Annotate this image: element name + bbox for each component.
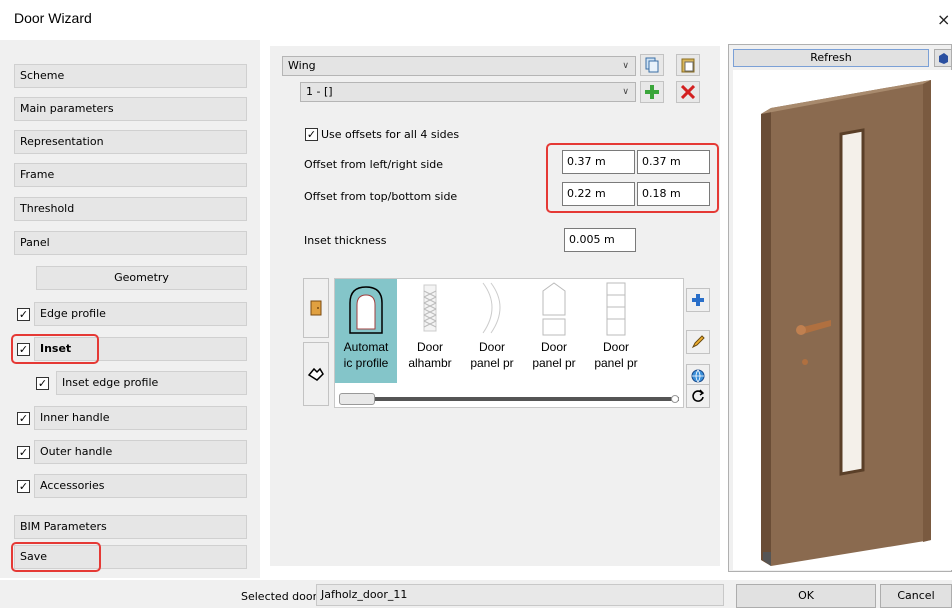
- library-item-automatic-profile[interactable]: Automat ic profile: [335, 279, 397, 383]
- edge-profile-checkbox[interactable]: ✓: [17, 308, 30, 321]
- library-item-door-panel-2[interactable]: Door panel pr: [523, 279, 585, 389]
- nav-frame[interactable]: Frame: [14, 163, 247, 187]
- save-highlight: [11, 542, 101, 572]
- library-item-line1: Door: [540, 340, 567, 354]
- refresh-library-button[interactable]: [686, 384, 710, 408]
- use-offsets-label: Use offsets for all 4 sides: [321, 128, 460, 141]
- add-profile-button[interactable]: [686, 288, 710, 312]
- accessories-checkbox[interactable]: ✓: [17, 480, 30, 493]
- offset-left-right-label: Offset from left/right side: [304, 158, 444, 171]
- use-offsets-checkbox[interactable]: ✓: [305, 128, 318, 141]
- window-title: Door Wizard: [14, 10, 92, 26]
- nav-bim-parameters[interactable]: BIM Parameters: [14, 515, 247, 539]
- copy-icon: [645, 57, 659, 73]
- globe-icon: [691, 369, 705, 383]
- library-item-line2: alhambr: [408, 356, 452, 370]
- delete-item-button[interactable]: [676, 81, 700, 103]
- door-icon: [310, 300, 322, 316]
- offset-top-bottom-label: Offset from top/bottom side: [304, 190, 458, 203]
- library-item-line1: Door: [416, 340, 443, 354]
- library-item-line2: ic profile: [343, 356, 389, 370]
- blue-plus-icon: [692, 294, 704, 306]
- library-item-line2: panel pr: [532, 356, 576, 370]
- wing-item-dropdown[interactable]: 1 - [] ∨: [300, 82, 636, 102]
- nav-panel[interactable]: Panel: [14, 231, 247, 255]
- cube-icon: [939, 53, 948, 64]
- curved-panel-icon: [482, 282, 501, 334]
- door-library-button[interactable]: [303, 278, 329, 338]
- paste-icon: [681, 58, 695, 73]
- nav-main-parameters[interactable]: Main parameters: [14, 97, 247, 121]
- nav-scheme[interactable]: Scheme: [14, 64, 247, 88]
- nav-inner-handle[interactable]: Inner handle: [34, 406, 247, 430]
- chevron-down-icon: ∨: [622, 87, 629, 97]
- inset-edge-profile-checkbox[interactable]: ✓: [36, 377, 49, 390]
- nav-outer-handle[interactable]: Outer handle: [34, 440, 247, 464]
- offsets-highlight: [546, 143, 719, 213]
- library-item-door-alhambr[interactable]: Door alhambr: [399, 279, 461, 389]
- delete-icon: [681, 85, 695, 99]
- nav-representation[interactable]: Representation: [14, 130, 247, 154]
- paste-button[interactable]: [676, 54, 700, 76]
- library-item-line2: panel pr: [594, 356, 638, 370]
- library-item-line2: panel pr: [470, 356, 514, 370]
- door-preview-viewport[interactable]: [733, 70, 952, 570]
- plus-icon: [645, 85, 659, 99]
- lattice-profile-icon: [423, 284, 437, 332]
- close-icon[interactable]: ×: [937, 10, 950, 29]
- wing-dropdown[interactable]: Wing ∨: [282, 56, 636, 76]
- inset-highlight: [11, 334, 99, 364]
- inset-thickness-field[interactable]: 0.005 m: [564, 228, 636, 252]
- arched-panel-icon: [542, 282, 566, 336]
- nav-inset-edge-profile[interactable]: Inset edge profile: [56, 371, 247, 395]
- door-3d-preview: [761, 80, 931, 566]
- chevron-down-icon: ∨: [622, 61, 629, 71]
- refresh-icon: [692, 389, 705, 402]
- nav-geometry[interactable]: Geometry: [36, 266, 247, 290]
- nav-threshold[interactable]: Threshold: [14, 197, 247, 221]
- inset-thickness-label: Inset thickness: [304, 234, 387, 247]
- arch-profile-icon: [349, 286, 383, 334]
- wing-dropdown-value: Wing: [288, 59, 316, 72]
- ladder-panel-icon: [606, 282, 626, 336]
- pencil-icon: [691, 335, 705, 349]
- selected-door-field: Jafholz_door_11: [316, 584, 724, 606]
- library-scrollbar[interactable]: [339, 397, 679, 401]
- edit-profile-button[interactable]: [686, 330, 710, 354]
- library-scroll-end[interactable]: [671, 395, 679, 403]
- inner-handle-checkbox[interactable]: ✓: [17, 412, 30, 425]
- outer-handle-checkbox[interactable]: ✓: [17, 446, 30, 459]
- library-item-door-panel-3[interactable]: Door panel pr: [585, 279, 647, 389]
- copy-button[interactable]: [640, 54, 664, 76]
- nav-accessories[interactable]: Accessories: [34, 474, 247, 498]
- library-item-line1: Door: [478, 340, 505, 354]
- view-mode-button[interactable]: [934, 49, 952, 67]
- library-item-line1: Automat: [343, 340, 389, 354]
- library-scroll-thumb[interactable]: [339, 393, 375, 405]
- library-item-door-panel-1[interactable]: Door panel pr: [461, 279, 523, 389]
- nav-edge-profile[interactable]: Edge profile: [34, 302, 247, 326]
- ok-button[interactable]: OK: [736, 584, 876, 608]
- library-item-line1: Door: [602, 340, 629, 354]
- refresh-button[interactable]: Refresh: [733, 49, 929, 67]
- cancel-button[interactable]: Cancel: [880, 584, 952, 608]
- selected-door-label: Selected door: [241, 590, 318, 603]
- pick-profile-button[interactable]: [303, 342, 329, 406]
- title-bar: [0, 0, 952, 40]
- pick-hand-icon: [307, 367, 324, 381]
- wing-item-value: 1 - []: [306, 85, 333, 98]
- add-item-button[interactable]: [640, 81, 664, 103]
- profile-library: Automat ic profile Door alhambr Door panel …: [334, 278, 684, 408]
